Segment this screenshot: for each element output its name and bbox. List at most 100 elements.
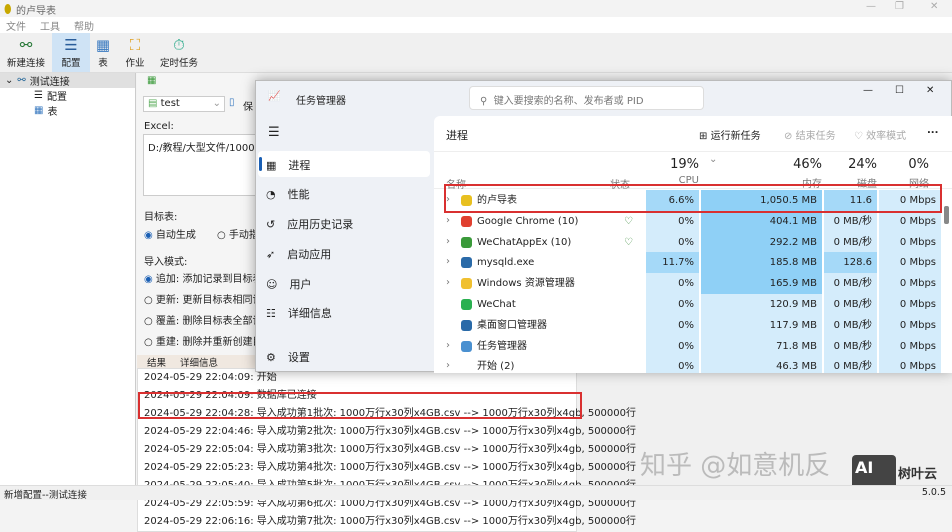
highlight-box [138,392,582,419]
mem-value: 404.1 MB [701,210,822,232]
table-button[interactable]: ▦ 表 [90,33,116,72]
chevron-down-icon: ⌄ [5,75,14,86]
radio-auto-generate[interactable]: ◉ 自动生成 [144,226,196,241]
tm-close-button[interactable]: ✕ [926,85,934,96]
tree-item-connection[interactable]: ⌄ ⚯ 测试连接 [0,73,135,88]
process-row[interactable]: › 开始 (2) 0% 46.3 MB 0 MB/秒 0 Mbps [434,356,952,373]
disk-value: 0 MB/秒 [824,335,877,357]
highlight-box [444,184,942,213]
grid-icon: ▦ [147,75,157,86]
block-icon: ⊘ [784,131,793,142]
disk-value: 0 MB/秒 [824,210,877,232]
expand-chevron-icon[interactable]: › [446,236,450,247]
radio-update[interactable]: ○ 更新: 更新目标表相同记 [144,291,257,306]
expand-chevron-icon[interactable]: › [446,360,450,371]
tm-minimize-button[interactable]: — [863,85,873,96]
menu-help[interactable]: 帮助 [74,18,94,33]
cpu-value: 0% [646,210,699,232]
tm-maximize-button[interactable]: ☐ [895,85,904,96]
net-value: 0 Mbps [879,294,941,315]
tree-item-config[interactable]: ☰ 配置 [0,88,135,103]
mem-value: 185.8 MB [701,252,822,274]
app-title: 的卢导表 [16,6,56,17]
config-button[interactable]: ☰ 配置 [52,33,90,72]
nav-processes[interactable]: ▦ 进程 [266,157,310,173]
menu-bar: 文件 工具 帮助 [0,17,952,33]
cpu-total: 19% [670,157,699,172]
connect-icon: ⚯ [17,75,26,86]
save-button[interactable]: 保 [243,98,253,113]
tree-item-table[interactable]: ▦ 表 [0,103,135,118]
nav-details[interactable]: ☷ 详细信息 [266,305,332,321]
minimize-button[interactable]: — [866,1,876,12]
nav-startup-apps[interactable]: ➶ 启动应用 [266,246,331,262]
cpu-value: 0% [646,335,699,357]
leaf-icon: ♡ [854,131,863,142]
menu-file[interactable]: 文件 [6,18,26,33]
restore-button[interactable]: ❐ [895,1,904,12]
radio-manual[interactable]: ○ 手动指 [217,226,259,241]
mem-value: 292.2 MB [701,231,822,253]
search-input[interactable]: ⚲ 键入要搜索的名称、发布者或 PID [469,86,704,110]
process-row[interactable]: 桌面窗口管理器 0% 117.9 MB 0 MB/秒 0 Mbps [434,314,952,336]
excel-path-field[interactable]: D:/教程/大型文件/1000万行 [143,134,257,196]
task-manager-icon: 📈 [268,91,281,102]
expand-chevron-icon[interactable]: › [446,256,450,267]
task-manager-title: 任务管理器 [296,96,346,107]
process-icon [461,319,472,331]
table-icon: ▦ [34,105,44,116]
scheduled-task-button[interactable]: ⏱ 定时任务 [154,33,204,72]
process-icon [461,340,472,352]
more-options-button[interactable]: ... [927,125,938,136]
cpu-value: 0% [646,273,699,295]
expand-chevron-icon[interactable]: › [446,277,450,288]
expand-chevron-icon[interactable]: › [446,340,450,351]
process-row[interactable]: › Google Chrome (10) ♡ 0% 404.1 MB 0 MB/秒 0 Mb… [434,210,952,232]
disk-value: 0 MB/秒 [824,356,877,373]
radio-append[interactable]: ◉ 追加: 添加记录到目标表 [144,270,257,285]
process-icon [461,215,472,227]
radio-overwrite[interactable]: ○ 覆盖: 删除目标表全部记 [144,312,257,327]
net-value: 0 Mbps [879,252,941,274]
mem-value: 117.9 MB [701,314,822,336]
process-row[interactable]: › mysqld.exe 11.7%185.8 MB128.6 M...0 Mbps [434,252,952,289]
new-connection-button[interactable]: ⚯ 新建连接 [0,33,52,72]
close-button[interactable]: ✕ [930,1,938,12]
process-row[interactable]: › 任务管理器 0% 71.8 MB 0 MB/秒 0 Mbps [434,335,952,357]
net-value: 0 Mbps [879,356,941,373]
app-logo-icon: ⬮ [4,2,12,16]
save-icon[interactable]: ▯ [229,97,235,108]
process-row[interactable]: › Windows 资源管理器 0% 165.9 MB 0 MB/秒 0 Mbps [434,273,952,295]
hamburger-menu-icon[interactable]: ☰ [268,125,280,140]
connect-icon: ⚯ [19,35,33,54]
tab-details[interactable]: 详细信息 [180,355,218,369]
mem-value: 71.8 MB [701,335,822,357]
nav-settings[interactable]: ⚙ 设置 [266,349,310,365]
mem-value: 120.9 MB [701,294,822,315]
connection-tree: ⌄ ⚯ 测试连接 ☰ 配置 ▦ 表 [0,73,136,485]
log-line: 2024-05-29 22:06:16: 导入成功第7批次: 1000万行x30… [138,513,636,531]
process-row[interactable]: WeChat 0% 120.9 MB 0 MB/秒 0 Mbps [434,294,952,315]
process-name: Google Chrome (10) [477,215,579,227]
sort-chevron-icon: ⌄ [709,154,718,165]
nav-users[interactable]: ☺ 用户 [266,276,311,292]
menu-tools[interactable]: 工具 [40,18,60,33]
end-task-button[interactable]: ⊘ 结束任务 [784,127,836,142]
net-value: 0 Mbps [879,314,941,336]
expand-chevron-icon[interactable]: › [446,215,450,226]
efficiency-status-icon: ♡ [624,215,633,227]
job-icon: ⛶ [129,35,141,54]
watermark-text: 知乎 @如意机反 [640,451,831,481]
database-select[interactable]: ▤ test ⌄ [143,96,225,112]
run-new-task-button[interactable]: ⊞ 运行新任务 [699,127,761,142]
efficiency-mode-button[interactable]: ♡ 效率模式 [854,127,906,142]
tab-result[interactable]: 结果 [147,355,166,369]
process-icon [461,361,472,373]
process-row[interactable]: › WeChatAppEx (10) ♡ 0% 292.2 MB 0 MB/秒 0 Mbps [434,231,952,253]
cpu-value: 0% [646,294,699,315]
radio-rebuild[interactable]: ○ 重建: 删除并重新创建目 [144,333,257,348]
nav-performance[interactable]: ◔ 性能 [266,186,310,202]
nav-app-history[interactable]: ↺ 应用历史记录 [266,216,353,232]
job-button[interactable]: ⛶ 作业 [116,33,154,72]
scrollbar-thumb[interactable] [944,206,949,224]
